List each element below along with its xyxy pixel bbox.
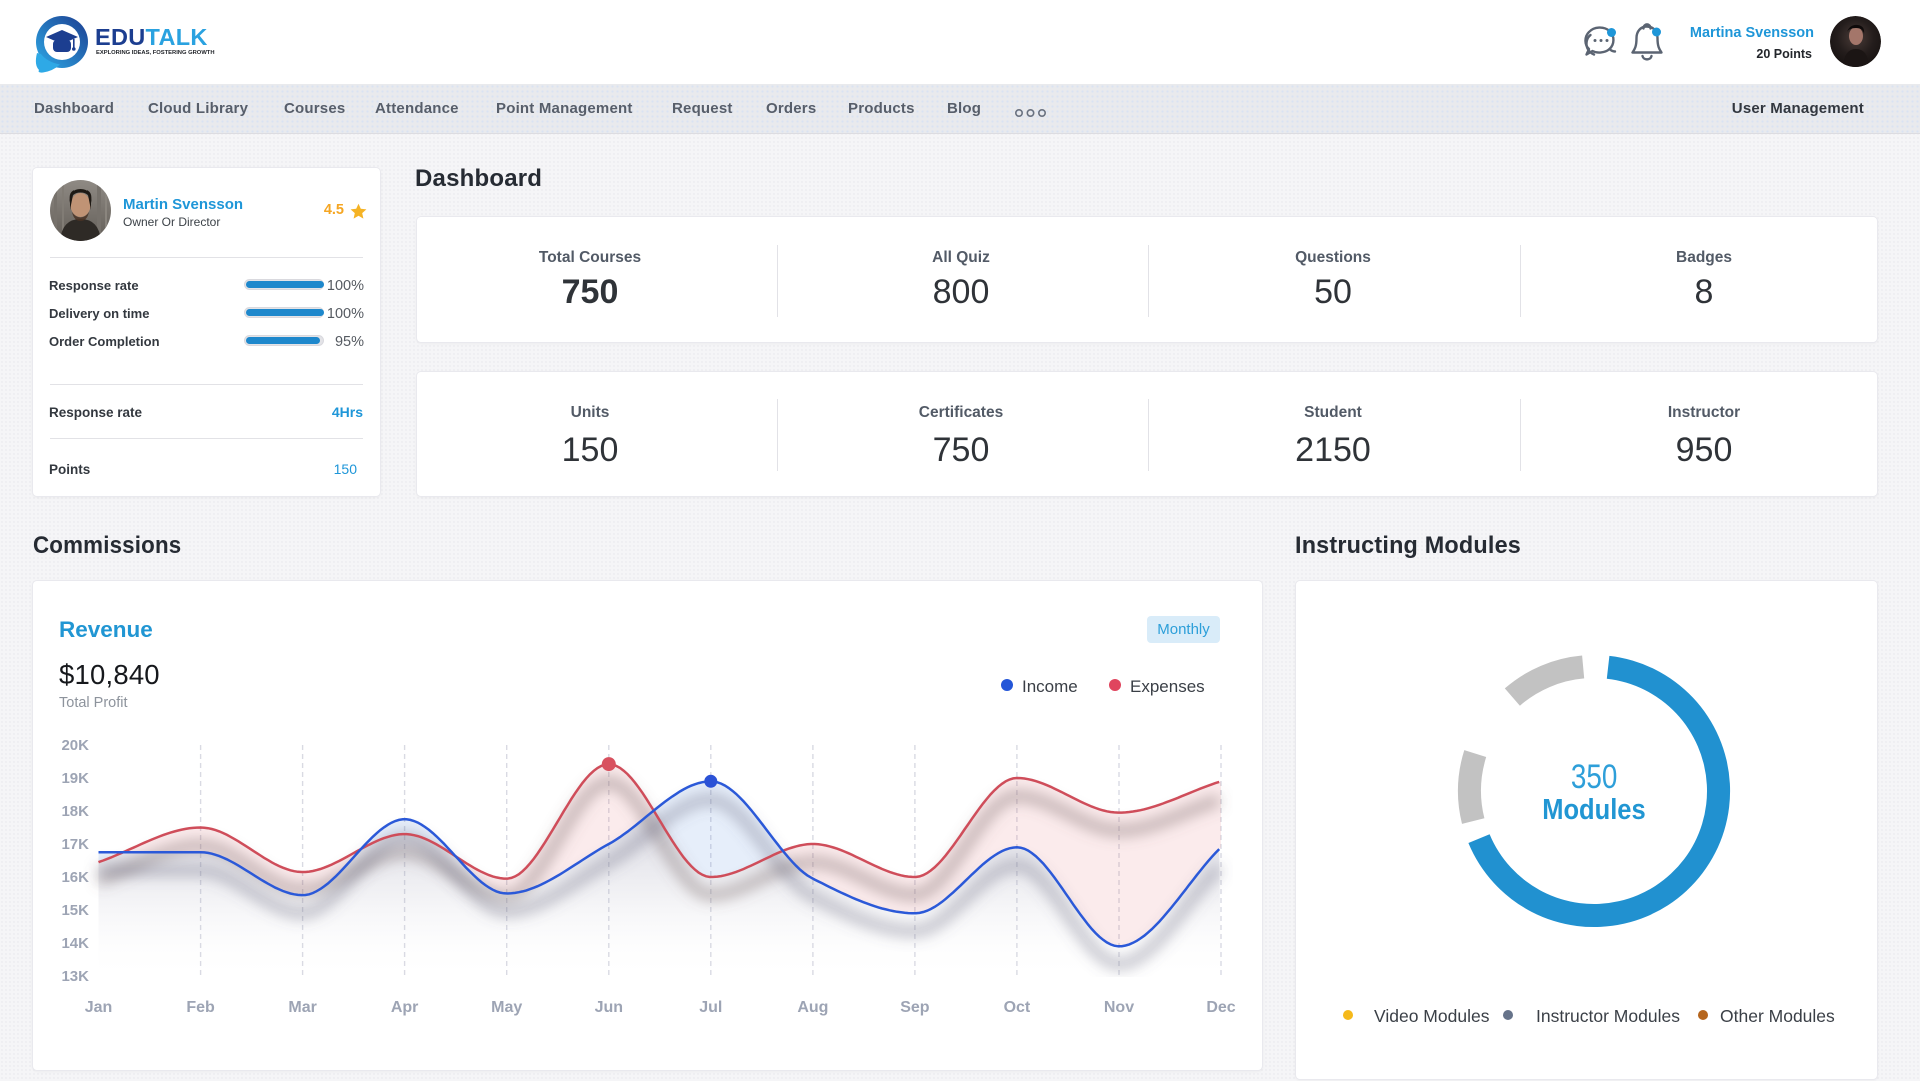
svg-text:13K: 13K <box>61 968 89 985</box>
svg-text:Dec: Dec <box>1206 999 1235 1016</box>
svg-text:Sep: Sep <box>900 999 930 1016</box>
svg-text:350: 350 <box>1571 757 1618 795</box>
svg-text:Apr: Apr <box>391 999 419 1016</box>
svg-text:Modules: Modules <box>1542 792 1645 825</box>
svg-text:15K: 15K <box>61 902 89 919</box>
svg-text:20K: 20K <box>61 737 89 754</box>
svg-text:May: May <box>491 999 522 1016</box>
svg-text:Oct: Oct <box>1004 999 1031 1016</box>
svg-text:Jul: Jul <box>699 999 722 1016</box>
svg-text:Mar: Mar <box>288 999 316 1016</box>
svg-text:18K: 18K <box>61 803 89 820</box>
svg-text:Jan: Jan <box>85 999 113 1016</box>
svg-text:14K: 14K <box>61 935 89 952</box>
svg-text:17K: 17K <box>61 836 89 853</box>
svg-text:Nov: Nov <box>1104 999 1134 1016</box>
svg-text:Feb: Feb <box>186 999 215 1016</box>
svg-text:Jun: Jun <box>595 999 623 1016</box>
svg-text:19K: 19K <box>61 770 89 787</box>
svg-text:16K: 16K <box>61 869 89 886</box>
svg-text:Aug: Aug <box>797 999 828 1016</box>
